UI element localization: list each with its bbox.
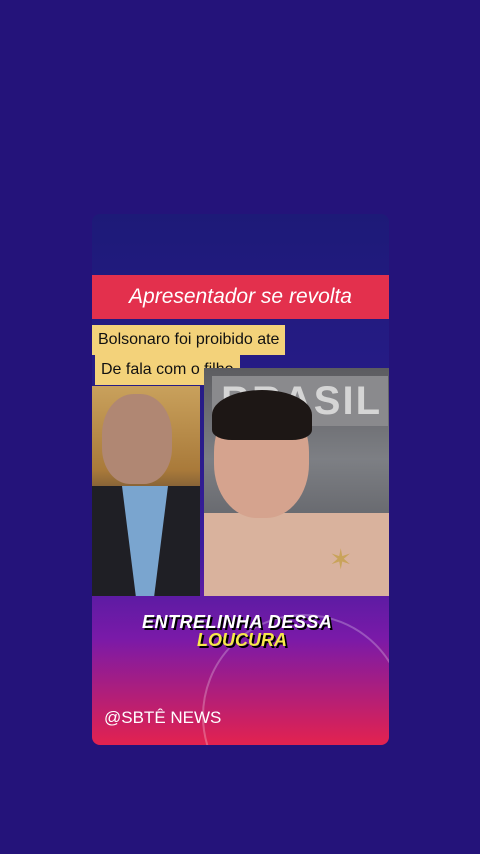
caption-tag-1: Bolsonaro foi proibido ate xyxy=(92,325,286,355)
video-card[interactable]: Apresentador se revolta Bolsonaro foi pr… xyxy=(92,214,389,745)
left-person-photo xyxy=(92,386,200,596)
face-shape xyxy=(102,394,172,484)
headline-banner: Apresentador se revolta xyxy=(92,275,389,319)
right-person-photo: BRASIL ✶ xyxy=(204,368,389,596)
star-badge-icon: ✶ xyxy=(329,544,353,575)
hair-shape xyxy=(212,390,312,440)
jacket-shape xyxy=(204,513,389,596)
channel-handle: @SBTÊ NEWS xyxy=(104,708,222,727)
caption-line-2: LOUCURA xyxy=(197,630,287,650)
